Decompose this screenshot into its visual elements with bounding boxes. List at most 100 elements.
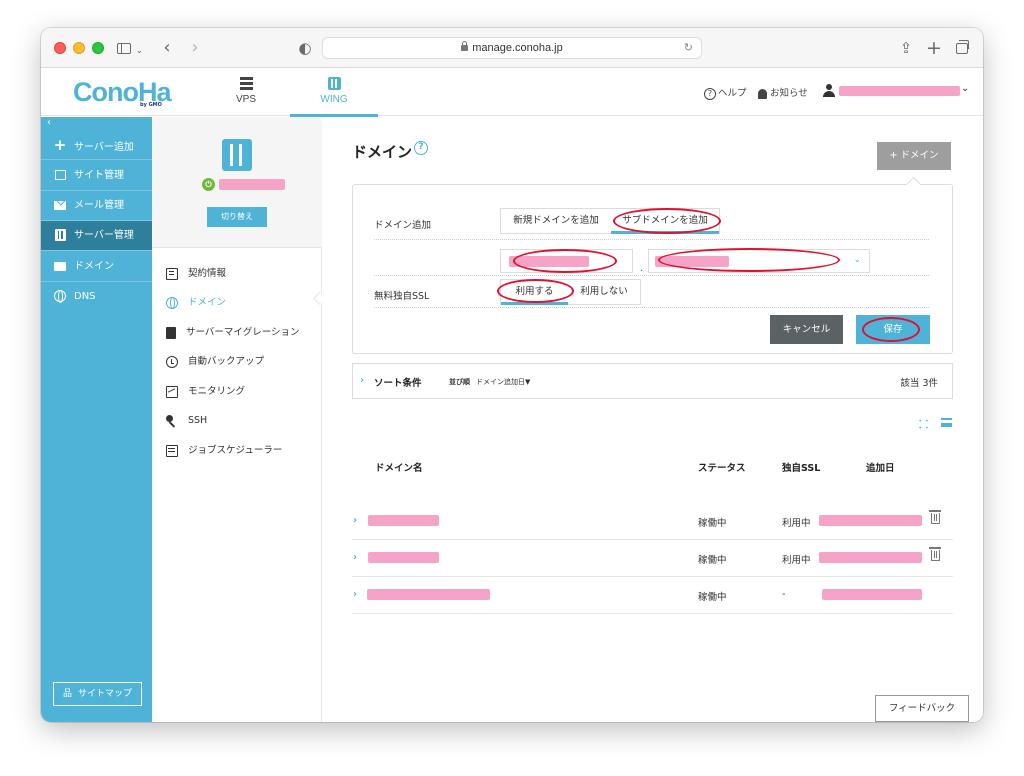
date-redacted	[819, 552, 922, 563]
submenu-migration[interactable]: サーバーマイグレーション	[166, 324, 300, 342]
sidebar-item-domain[interactable]: ドメイン	[41, 252, 152, 282]
domain-separator: .	[640, 263, 644, 274]
annotation-oval-subdomain-input	[513, 249, 617, 273]
domain-name-redacted	[367, 589, 490, 600]
chevron-right-icon[interactable]: ›	[353, 589, 357, 600]
submenu-label: 契約情報	[188, 268, 227, 279]
sidebar-item-label: サーバー追加	[74, 142, 134, 153]
list-view-icon[interactable]	[941, 418, 952, 427]
help-label: ヘルプ	[718, 88, 747, 99]
result-count: 該当 3件	[900, 378, 938, 389]
submenu-backup[interactable]: 自動バックアップ	[166, 353, 264, 371]
table-row[interactable]: › 稼働中 利用中	[352, 540, 953, 577]
sitemap-button[interactable]: 品サイトマップ	[53, 682, 142, 706]
row-status: 稼働中	[698, 555, 727, 566]
page-title: ドメイン	[352, 143, 413, 161]
server-panel: ⏻ 切り替え 契約情報 ドメイン サーバーマイグレーション 自動バックアップ モ…	[152, 117, 322, 722]
nav-wing[interactable]: WING	[290, 68, 378, 117]
user-icon[interactable]	[823, 84, 835, 98]
cancel-button[interactable]: キャンセル	[770, 315, 843, 344]
sort-order-label: 並び順	[449, 378, 470, 386]
minimize-window-button[interactable]	[73, 42, 85, 54]
submenu-scheduler[interactable]: ジョブスケジューラー	[166, 442, 282, 460]
trash-icon[interactable]	[929, 547, 941, 561]
address-bar[interactable]: manage.conoha.jp ↻	[322, 37, 702, 59]
sort-label: ソート条件	[374, 378, 422, 389]
chevron-right-icon[interactable]: ›	[353, 515, 357, 526]
sidebar-item-label: サイト管理	[74, 170, 124, 181]
main-sidebar: ‹ + サーバー追加 サイト管理 メール管理 サーバー管理 ドメイン DNS 品サ…	[41, 117, 152, 722]
key-icon	[166, 414, 178, 427]
row-ssl: 利用中	[782, 555, 811, 566]
column-header-ssl: 独自SSL	[782, 463, 821, 474]
submenu-label: SSH	[188, 415, 208, 426]
submenu-label: ジョブスケジューラー	[188, 445, 283, 456]
annotation-oval-save	[862, 317, 920, 342]
submenu-label: ドメイン	[188, 297, 227, 308]
help-link[interactable]: ? ヘルプ	[704, 85, 747, 100]
lock-icon	[461, 41, 469, 51]
server-stack-icon	[239, 77, 253, 90]
column-header-date: 追加日	[866, 463, 895, 474]
table-row[interactable]: › 稼働中 利用中	[352, 503, 953, 540]
chevron-down-icon[interactable]: ⌄	[961, 83, 969, 94]
sidebar-item-mail[interactable]: メール管理	[41, 191, 152, 221]
forward-arrow-icon[interactable]: ›	[185, 37, 205, 59]
server-summary: ⏻ 切り替え	[152, 117, 322, 248]
submenu-contract[interactable]: 契約情報	[166, 265, 226, 283]
tab-overview-icon[interactable]	[953, 37, 971, 59]
feedback-button[interactable]: フィードバック	[875, 695, 969, 722]
add-domain-button[interactable]: + ドメイン	[877, 142, 951, 170]
logo-subtext: by GMO	[140, 102, 162, 108]
sidebar-item-server[interactable]: サーバー管理	[41, 221, 152, 251]
sidebar-item-add-server[interactable]: + サーバー追加	[41, 130, 152, 160]
trash-icon[interactable]	[929, 510, 941, 524]
contract-icon	[166, 267, 178, 280]
close-window-button[interactable]	[54, 42, 66, 54]
nav-wing-label: WING	[320, 94, 348, 105]
divider	[374, 307, 929, 308]
view-toggle: ⸬	[919, 417, 959, 431]
submenu-domain[interactable]: ドメイン	[166, 294, 226, 312]
power-status-icon: ⏻	[202, 178, 215, 191]
sidebar-toggle-icon[interactable]: ⌄	[113, 37, 147, 59]
sitemap-icon: 品	[62, 689, 72, 699]
ssl-no-use-option[interactable]: 利用しない	[568, 280, 640, 304]
nav-vps[interactable]: VPS	[202, 68, 290, 116]
help-icon: ?	[704, 87, 716, 100]
tree-view-icon[interactable]: ⸬	[919, 417, 928, 432]
divider	[374, 275, 929, 276]
globe-icon	[166, 296, 178, 309]
sidebar-item-site[interactable]: サイト管理	[41, 161, 152, 191]
chevron-right-icon[interactable]: ›	[353, 552, 357, 563]
annotation-oval-domain-select	[658, 248, 840, 272]
submenu-ssh[interactable]: SSH	[166, 412, 207, 430]
url-text: manage.conoha.jp	[472, 42, 563, 54]
sidebar-item-label: メール管理	[74, 200, 124, 211]
new-domain-option[interactable]: 新規ドメインを追加	[501, 209, 611, 233]
server-icon	[53, 221, 67, 251]
date-redacted	[822, 589, 922, 600]
annotation-oval-subdomain	[613, 208, 721, 234]
help-icon[interactable]: ?	[414, 141, 428, 155]
sort-order-value: ドメイン追加日▼	[476, 378, 531, 386]
zoom-window-button[interactable]	[92, 42, 104, 54]
collapse-sidebar-icon[interactable]: ‹	[47, 117, 51, 128]
sidebar-item-dns[interactable]: DNS	[41, 282, 152, 312]
notifications-link[interactable]: お知らせ	[758, 85, 808, 99]
domain-add-label: ドメイン追加	[374, 220, 432, 231]
submenu-monitoring[interactable]: モニタリング	[166, 383, 245, 401]
share-icon[interactable]: ⇪	[897, 37, 915, 59]
sidebar-item-label: サーバー管理	[74, 230, 134, 241]
sort-bar[interactable]: › ソート条件 並び順 ドメイン追加日▼ 該当 3件	[352, 363, 953, 399]
table-row[interactable]: › 稼働中 -	[352, 577, 953, 614]
back-arrow-icon[interactable]: ‹	[157, 37, 177, 59]
annotation-oval-ssl	[497, 279, 574, 303]
privacy-shield-icon[interactable]: ◐	[296, 37, 314, 59]
user-name-redacted[interactable]	[839, 86, 960, 96]
domain-name-redacted	[368, 552, 439, 563]
new-tab-icon[interactable]: +	[925, 37, 943, 59]
reload-icon[interactable]: ↻	[684, 38, 693, 58]
switch-server-button[interactable]: 切り替え	[207, 207, 267, 227]
migration-icon	[166, 326, 176, 339]
